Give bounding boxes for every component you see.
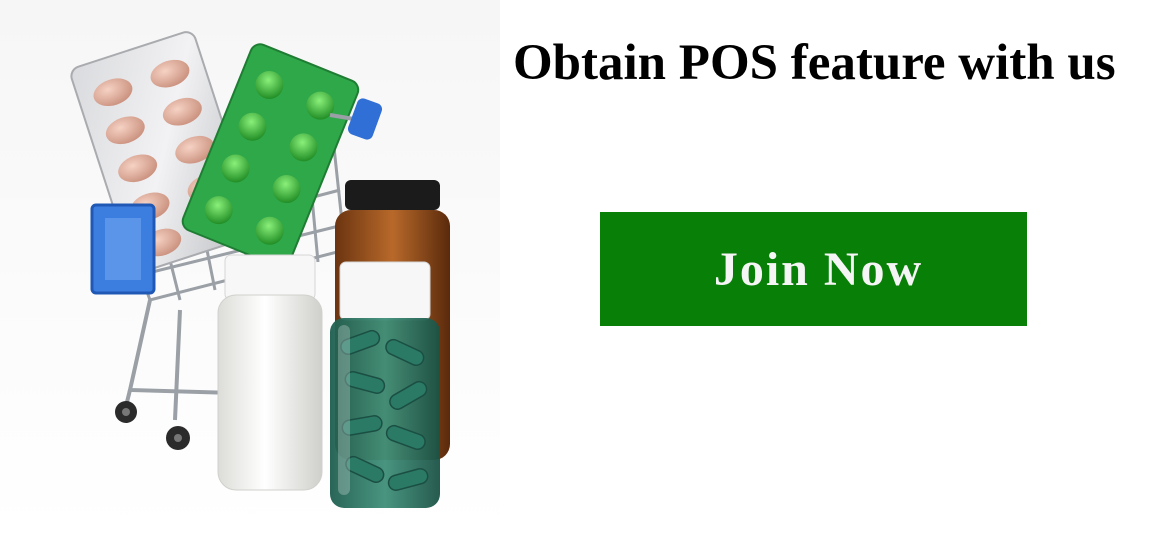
join-now-button[interactable]: Join Now	[600, 212, 1027, 326]
promo-banner: Obtain POS feature with us Join Now	[0, 0, 1170, 533]
join-now-label: Join Now	[713, 242, 924, 296]
pharmacy-cart-image	[0, 0, 500, 533]
banner-headline: Obtain POS feature with us	[513, 35, 1116, 91]
